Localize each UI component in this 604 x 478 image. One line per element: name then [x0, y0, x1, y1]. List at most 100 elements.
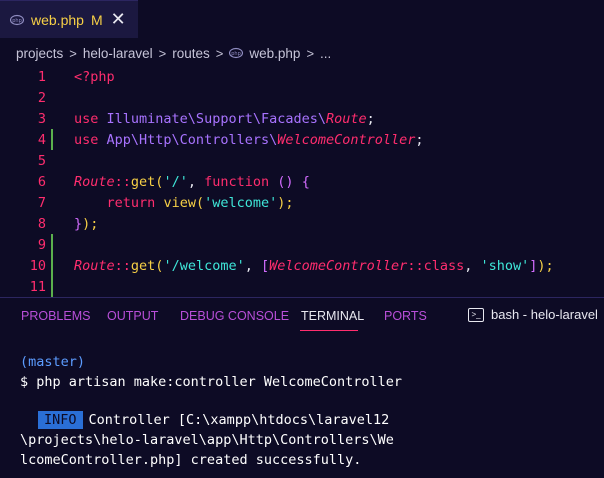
line-number: 4 — [37, 131, 46, 148]
tab-problems[interactable]: PROBLEMS — [21, 309, 90, 323]
string-token: '/' — [163, 173, 188, 190]
keyword-token: class — [423, 257, 465, 274]
tab-web-php[interactable]: php web.php M ✕ — [0, 0, 138, 38]
line-number: 1 — [37, 68, 46, 85]
function-token: get — [130, 257, 156, 274]
class-token: WelcomeController — [269, 257, 408, 274]
php-file-icon: php — [10, 14, 24, 26]
bracket-token: ); — [82, 215, 99, 232]
operator-token: :: — [114, 257, 131, 274]
operator-token: :: — [114, 173, 131, 190]
terminal-info-line: INFO Controller [C:\xampp\htdocs\laravel1… — [38, 411, 390, 429]
code-line: 7 return view('welcome'); — [0, 192, 604, 213]
tab-terminal[interactable]: TERMINAL — [301, 309, 364, 323]
php-file-icon: php — [229, 47, 244, 59]
terminal-output[interactable]: (master) $ php artisan make:controller W… — [0, 334, 604, 478]
terminal-output-text: Controller [C:\xampp\htdocs\laravel12 — [88, 412, 390, 428]
code-line: 9 — [0, 234, 604, 255]
line-number: 11 — [29, 278, 46, 295]
terminal-command: $ php artisan make:controller WelcomeCon… — [20, 374, 403, 390]
class-token: Route — [325, 110, 367, 127]
punctuation-token: , — [464, 257, 473, 274]
git-branch: (master) — [20, 354, 86, 370]
git-change-marker — [51, 129, 53, 150]
line-number: 9 — [37, 236, 46, 253]
chevron-right-icon: > — [158, 45, 167, 61]
keyword-token: function — [204, 173, 270, 190]
bracket-token: () — [277, 173, 294, 190]
breadcrumb-item-symbols[interactable]: ... — [320, 46, 331, 61]
bracket-token: ); — [277, 194, 294, 211]
punctuation-token: ; — [366, 110, 375, 127]
class-token: Route — [74, 173, 115, 190]
bracket-token: [ — [261, 257, 270, 274]
tab-debug-console[interactable]: DEBUG CONSOLE — [180, 309, 289, 323]
breadcrumb-item-routes[interactable]: routes — [172, 46, 210, 61]
breadcrumb-item-projects[interactable]: projects — [16, 46, 63, 61]
line-number: 5 — [37, 152, 46, 169]
namespace-token: App\Http\Controllers\ — [106, 131, 278, 148]
breadcrumb-item-web-php[interactable]: web.php — [249, 46, 300, 61]
breadcrumb: projects > helo-laravel > routes > php w… — [16, 42, 331, 64]
operator-token: :: — [407, 257, 424, 274]
git-change-marker — [51, 276, 53, 297]
tab-filename: web.php — [31, 11, 84, 28]
keyword-token: use — [74, 131, 99, 148]
class-token: WelcomeController — [277, 131, 416, 148]
terminal-selector[interactable]: >_ bash - helo-laravel + — [468, 307, 604, 322]
git-change-marker — [51, 255, 53, 276]
active-tab-indicator — [300, 330, 358, 331]
code-line: 1 <?php — [0, 66, 604, 87]
line-number: 6 — [37, 173, 46, 190]
line-number: 2 — [37, 89, 46, 106]
panel-tab-bar: PROBLEMS OUTPUT DEBUG CONSOLE TERMINAL P… — [0, 298, 604, 334]
svg-text:php: php — [12, 18, 22, 24]
svg-text:php: php — [232, 51, 242, 57]
line-number: 3 — [37, 110, 46, 127]
string-token: 'show' — [480, 257, 530, 274]
breadcrumb-item-helo-laravel[interactable]: helo-laravel — [83, 46, 153, 61]
editor-tab-bar: php web.php M ✕ — [0, 0, 604, 38]
code-line: 2 — [0, 87, 604, 108]
code-editor[interactable]: 1 <?php 2 3 use Illuminate\Support\Facad… — [0, 66, 604, 297]
terminal-output-text: \projects\helo-laravel\app\Http\Controll… — [20, 432, 394, 448]
bracket-token: } — [74, 215, 83, 232]
class-token: Route — [74, 257, 115, 274]
bracket-token: { — [301, 173, 310, 190]
close-icon[interactable]: ✕ — [111, 10, 126, 29]
bracket-token: ( — [195, 194, 205, 211]
keyword-token: return — [106, 194, 156, 211]
git-change-marker — [51, 234, 53, 255]
function-token: get — [130, 173, 156, 190]
namespace-token: Illuminate\Support\Facades\ — [106, 110, 326, 127]
bracket-token: ); — [537, 257, 554, 274]
keyword-token: use — [74, 110, 99, 127]
code-line: 11 — [0, 276, 604, 297]
info-badge: INFO — [38, 411, 83, 429]
tab-output[interactable]: OUTPUT — [107, 309, 158, 323]
chevron-right-icon: > — [69, 45, 77, 61]
punctuation-token: , — [187, 173, 196, 190]
code-line: 5 — [0, 150, 604, 171]
line-number: 8 — [37, 215, 46, 232]
chevron-right-icon: > — [306, 45, 315, 61]
punctuation-token: , — [244, 257, 253, 274]
php-open-tag: <?php — [74, 68, 115, 85]
code-line: 3 use Illuminate\Support\Facades\Route; — [0, 108, 604, 129]
function-token: view — [163, 194, 196, 211]
terminal-name: bash - helo-laravel — [491, 307, 598, 322]
line-number: 7 — [37, 194, 46, 211]
string-token: 'welcome' — [204, 194, 278, 211]
code-line: 8 }); — [0, 213, 604, 234]
code-line: 6 Route::get('/', function () { — [0, 171, 604, 192]
line-number: 10 — [29, 257, 46, 274]
terminal-icon: >_ — [468, 307, 484, 322]
terminal-output-text: lcomeController.php] created successfull… — [20, 452, 362, 468]
tab-ports[interactable]: PORTS — [384, 309, 427, 323]
modified-badge: M — [90, 11, 103, 28]
punctuation-token: ; — [415, 131, 424, 148]
chevron-right-icon: > — [215, 45, 224, 61]
string-token: '/welcome' — [163, 257, 245, 274]
code-line: 10 Route::get('/welcome', [WelcomeContro… — [0, 255, 604, 276]
code-line: 4 use App\Http\Controllers\WelcomeContro… — [0, 129, 604, 150]
